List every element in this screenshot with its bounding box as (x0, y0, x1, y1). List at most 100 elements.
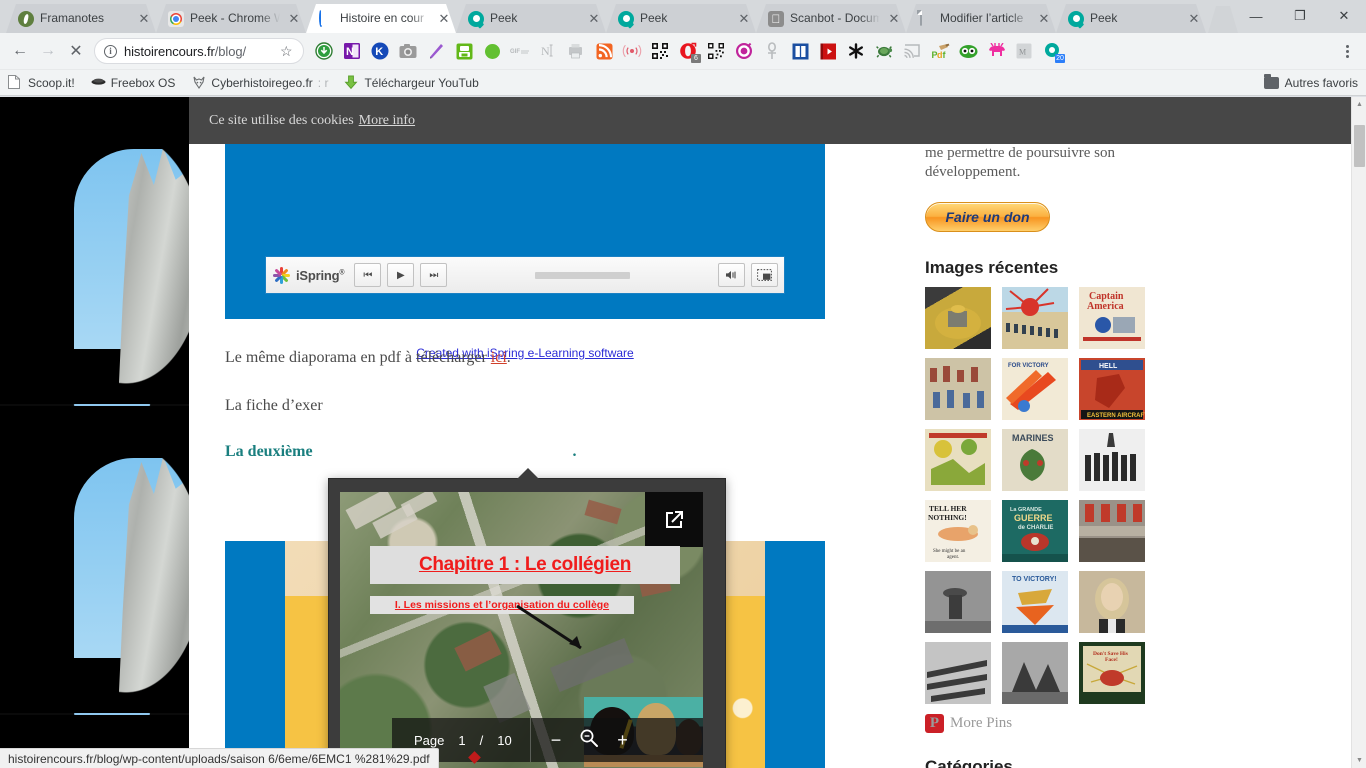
address-bar[interactable]: i histoirencours.fr/blog/ ☆ (94, 38, 304, 64)
pin-portrait-woman-color[interactable] (1079, 571, 1145, 633)
scroll-down-arrow-icon[interactable]: ▼ (1352, 753, 1366, 768)
print-friendly-icon[interactable] (562, 37, 590, 65)
maximize-button[interactable]: ❐ (1278, 0, 1322, 32)
tab-peek-3[interactable]: Peek ✕ (1056, 4, 1206, 33)
paragraph-text: Le même diaporama en pdf à télécharger (225, 349, 491, 366)
grey-square-icon[interactable]: M (1010, 37, 1038, 65)
pin-soldiers-silhouette-bw[interactable] (1079, 429, 1145, 491)
pin-la-grande-guerre-de-charlie[interactable]: La GRANDE GUERRE de CHARLIE (1002, 500, 1068, 562)
zoom-out-button[interactable]: − (551, 730, 562, 751)
tab-histoire-en-cours[interactable]: Histoire en cour ✕ (306, 4, 456, 33)
bookmark-cyberhistoiregeo[interactable]: Cyberhistoiregeo.fr : r (191, 75, 328, 90)
ispring-volume-button[interactable] (718, 263, 745, 287)
other-bookmarks-folder[interactable]: Autres favoris (1263, 73, 1358, 90)
book-reader-icon[interactable] (786, 37, 814, 65)
pin-nazi-rally-photo[interactable] (1079, 500, 1145, 562)
minimize-button[interactable]: — (1234, 0, 1278, 32)
cast-icon[interactable] (898, 37, 926, 65)
back-button[interactable]: ← (6, 37, 34, 65)
tab-scanbot[interactable]:  Scanbot - Docum ✕ (756, 4, 906, 33)
tab-close-icon[interactable]: ✕ (286, 11, 302, 27)
close-window-button[interactable]: ✕ (1322, 0, 1366, 32)
site-info-icon[interactable]: i (104, 44, 117, 58)
pin-wreckage-bw-photo[interactable] (1002, 642, 1068, 704)
tab-close-icon[interactable]: ✕ (586, 11, 602, 27)
gif-maker-icon[interactable]: GIF (506, 37, 534, 65)
qr-scanner-icon[interactable] (702, 37, 730, 65)
ispring-play-button[interactable]: ▶ (387, 263, 415, 287)
ankh-icon[interactable] (758, 37, 786, 65)
pin-dont-save-his-face-poster[interactable]: Don't Save His Face! (1079, 642, 1145, 704)
bookmark-freebox-os[interactable]: Freebox OS (91, 75, 175, 90)
pin-tell-her-nothing-poster[interactable]: TELL HER NOTHING! She might be an agent. (925, 500, 991, 562)
pin-crowd-bw-photo[interactable] (925, 642, 991, 704)
pdf-link-ici[interactable]: ici (491, 349, 507, 366)
ispring-progress-track[interactable] (465, 271, 700, 279)
pin-japanese-flag-troops[interactable] (1002, 287, 1068, 349)
magnifier-icon[interactable] (579, 728, 599, 753)
pdf-controls-bar: Page 1 / 10 − + (392, 718, 703, 762)
pin-captain-america-poster[interactable]: Captain America (1079, 287, 1145, 349)
page-scrollbar[interactable]: ▲ ▼ (1351, 97, 1366, 768)
pin-marines-poster[interactable]: MARINES (1002, 429, 1068, 491)
tab-framanotes[interactable]: Framanotes ✕ (6, 4, 156, 33)
green-dot-extension-icon[interactable] (478, 37, 506, 65)
tab-close-icon[interactable]: ✕ (1186, 11, 1202, 27)
downloader-extension-icon[interactable] (310, 37, 338, 65)
stop-loading-button[interactable]: ✕ (62, 37, 90, 65)
chrome-menu-icon[interactable] (1334, 44, 1360, 58)
tab-peek-1[interactable]: Peek ✕ (456, 4, 606, 33)
tab-close-icon[interactable]: ✕ (736, 11, 752, 27)
scroll-up-arrow-icon[interactable]: ▲ (1352, 97, 1366, 112)
bookmark-telechargeur-youtube[interactable]: Téléchargeur YouTub (344, 75, 479, 90)
ispring-next-button[interactable]: ⏭ (420, 263, 448, 287)
zoom-in-button[interactable]: + (617, 730, 628, 751)
pin-vintage-comic-cover[interactable] (925, 429, 991, 491)
tab-close-icon[interactable]: ✕ (886, 11, 902, 27)
pin-to-victory-poster[interactable]: TO VICTORY! (1002, 571, 1068, 633)
bookmark-scoopit[interactable]: Scoop.it! (8, 75, 75, 90)
tab-peek-2[interactable]: Peek ✕ (606, 4, 756, 33)
open-external-button[interactable] (645, 492, 703, 547)
page-current-input[interactable]: 1 (458, 733, 465, 748)
cookie-more-info-link[interactable]: More info (359, 113, 415, 129)
tab-modifier-article[interactable]: Modifier l’article ✕ (906, 4, 1056, 33)
pdf-tool-icon[interactable]: Pdf (926, 37, 954, 65)
green-owl-icon[interactable] (954, 37, 982, 65)
page-label: Page (414, 732, 445, 748)
cookie-banner: Ce site utilise des cookies More info OK (189, 97, 1366, 144)
turtle-icon[interactable] (870, 37, 898, 65)
screenshot-camera-icon[interactable] (394, 37, 422, 65)
video-red-icon[interactable] (814, 37, 842, 65)
ispring-fullscreen-button[interactable] (751, 263, 778, 287)
tab-peek-chrome-web[interactable]: Peek - Chrome W ✕ (156, 4, 306, 33)
pin-over-the-top-for-victory[interactable]: FOR VICTORY (1002, 358, 1068, 420)
pin-give-em-hell-eastern-aircraft[interactable]: HELL EASTERN AIRCRAFT (1079, 358, 1145, 420)
donate-button[interactable]: Faire un don (925, 202, 1050, 232)
opera-recorder-icon[interactable]: 6 (674, 37, 702, 65)
qr-code-icon[interactable] (646, 37, 674, 65)
pocket-extension-icon[interactable] (730, 37, 758, 65)
tab-close-icon[interactable]: ✕ (136, 11, 152, 27)
bookmark-star-icon[interactable]: ☆ (280, 44, 294, 58)
evernote-clipper-icon[interactable] (450, 37, 478, 65)
pin-gold-vessel[interactable] (925, 287, 991, 349)
pink-moose-icon[interactable] (982, 37, 1010, 65)
ispring-prev-button[interactable]: ⏮ (354, 263, 382, 287)
forward-button[interactable]: → (34, 37, 62, 65)
wifi-signal-icon[interactable] (618, 37, 646, 65)
pen-annotate-icon[interactable] (422, 37, 450, 65)
peek-extension-icon[interactable]: 20 (1038, 37, 1066, 65)
pin-medieval-illustration[interactable] (925, 358, 991, 420)
rss-feed-icon[interactable] (590, 37, 618, 65)
pin-soldier-bw-photo[interactable] (925, 571, 991, 633)
peek-preview-popup[interactable]: Chapitre 1 : Le collégien I. Les mission… (328, 468, 726, 768)
tab-close-icon[interactable]: ✕ (436, 11, 452, 27)
notes-extension-icon[interactable]: N (534, 37, 562, 65)
onenote-extension-icon[interactable]: N (338, 37, 366, 65)
more-pins-link[interactable]: P More Pins (925, 714, 1185, 733)
asterisk-icon[interactable] (842, 37, 870, 65)
scrollbar-thumb[interactable] (1354, 125, 1365, 167)
kami-extension-icon[interactable]: K (366, 37, 394, 65)
tab-close-icon[interactable]: ✕ (1036, 11, 1052, 27)
